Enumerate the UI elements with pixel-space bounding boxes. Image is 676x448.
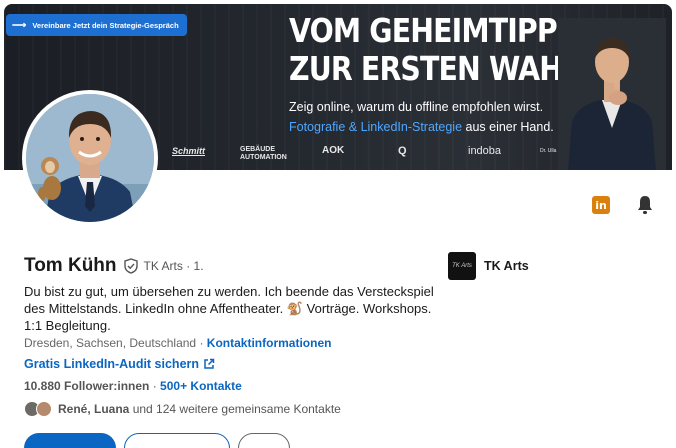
audit-link-label: Gratis LinkedIn-Audit sichern [24, 357, 200, 371]
location: Dresden, Sachsen, Deutschland [24, 336, 197, 350]
arrow-right-icon: ⟶ [12, 19, 27, 31]
mutual-connections[interactable]: René, Luana und 124 weitere gemeinsame K… [24, 401, 341, 417]
strategy-call-label: Vereinbare Jetzt dein Strategie-Gespräch [32, 20, 179, 30]
avatar[interactable] [22, 90, 158, 226]
location-row: Dresden, Sachsen, Deutschland · Kontakti… [24, 336, 332, 350]
profile-actions [24, 433, 290, 448]
mutual-names: René, Luana [58, 402, 130, 416]
followers-count: 10.880 Follower:innen [24, 379, 150, 393]
current-company[interactable]: TK Arts TK Arts [448, 252, 529, 280]
company-name: TK Arts [484, 259, 529, 273]
verified-shield-icon[interactable] [123, 258, 139, 274]
connections-link[interactable]: 500+ Kontakte [160, 379, 242, 393]
primary-action-button[interactable] [24, 433, 116, 448]
contact-info-link[interactable]: Kontaktinformationen [207, 336, 332, 350]
linkedin-premium-icon[interactable]: in [592, 196, 610, 214]
banner-subline-2: Fotografie & LinkedIn-Strategie aus eine… [289, 120, 554, 134]
external-link-icon [204, 358, 215, 369]
profile-name-row: Tom Kühn TK Arts · 1. [24, 255, 204, 277]
banner-subline: Zeig online, warum du offline empfohlen … [289, 100, 544, 114]
client-logo: GEBÄUDE AUTOMATION [240, 146, 287, 161]
profile-meta: TK Arts · 1. [143, 259, 204, 273]
client-logo: Schmitt [172, 146, 206, 156]
audit-link[interactable]: Gratis LinkedIn-Audit sichern [24, 357, 215, 371]
client-logo: AOK [322, 145, 345, 156]
strategy-call-button[interactable]: ⟶ Vereinbare Jetzt dein Strategie-Gesprä… [6, 14, 187, 36]
more-button[interactable] [238, 433, 290, 448]
profile-name: Tom Kühn [24, 255, 117, 276]
client-logo: Q [398, 145, 407, 157]
banner-headline: VOM GEHEIMTIPP ZUR ERSTEN WAHL [289, 11, 580, 88]
bell-icon[interactable] [636, 195, 654, 215]
client-logo: indoba [468, 145, 502, 157]
followers-row: 10.880 Follower:innen · 500+ Kontakte [24, 379, 242, 393]
company-logo: TK Arts [448, 252, 476, 280]
avatar [36, 401, 52, 417]
profile-headline: Du bist zu gut, um übersehen zu werden. … [24, 284, 434, 333]
secondary-action-button[interactable] [124, 433, 230, 448]
banner-person-photo [558, 18, 666, 170]
profile-photo [26, 94, 154, 222]
profile-page: ⟶ Vereinbare Jetzt dein Strategie-Gesprä… [0, 0, 676, 448]
